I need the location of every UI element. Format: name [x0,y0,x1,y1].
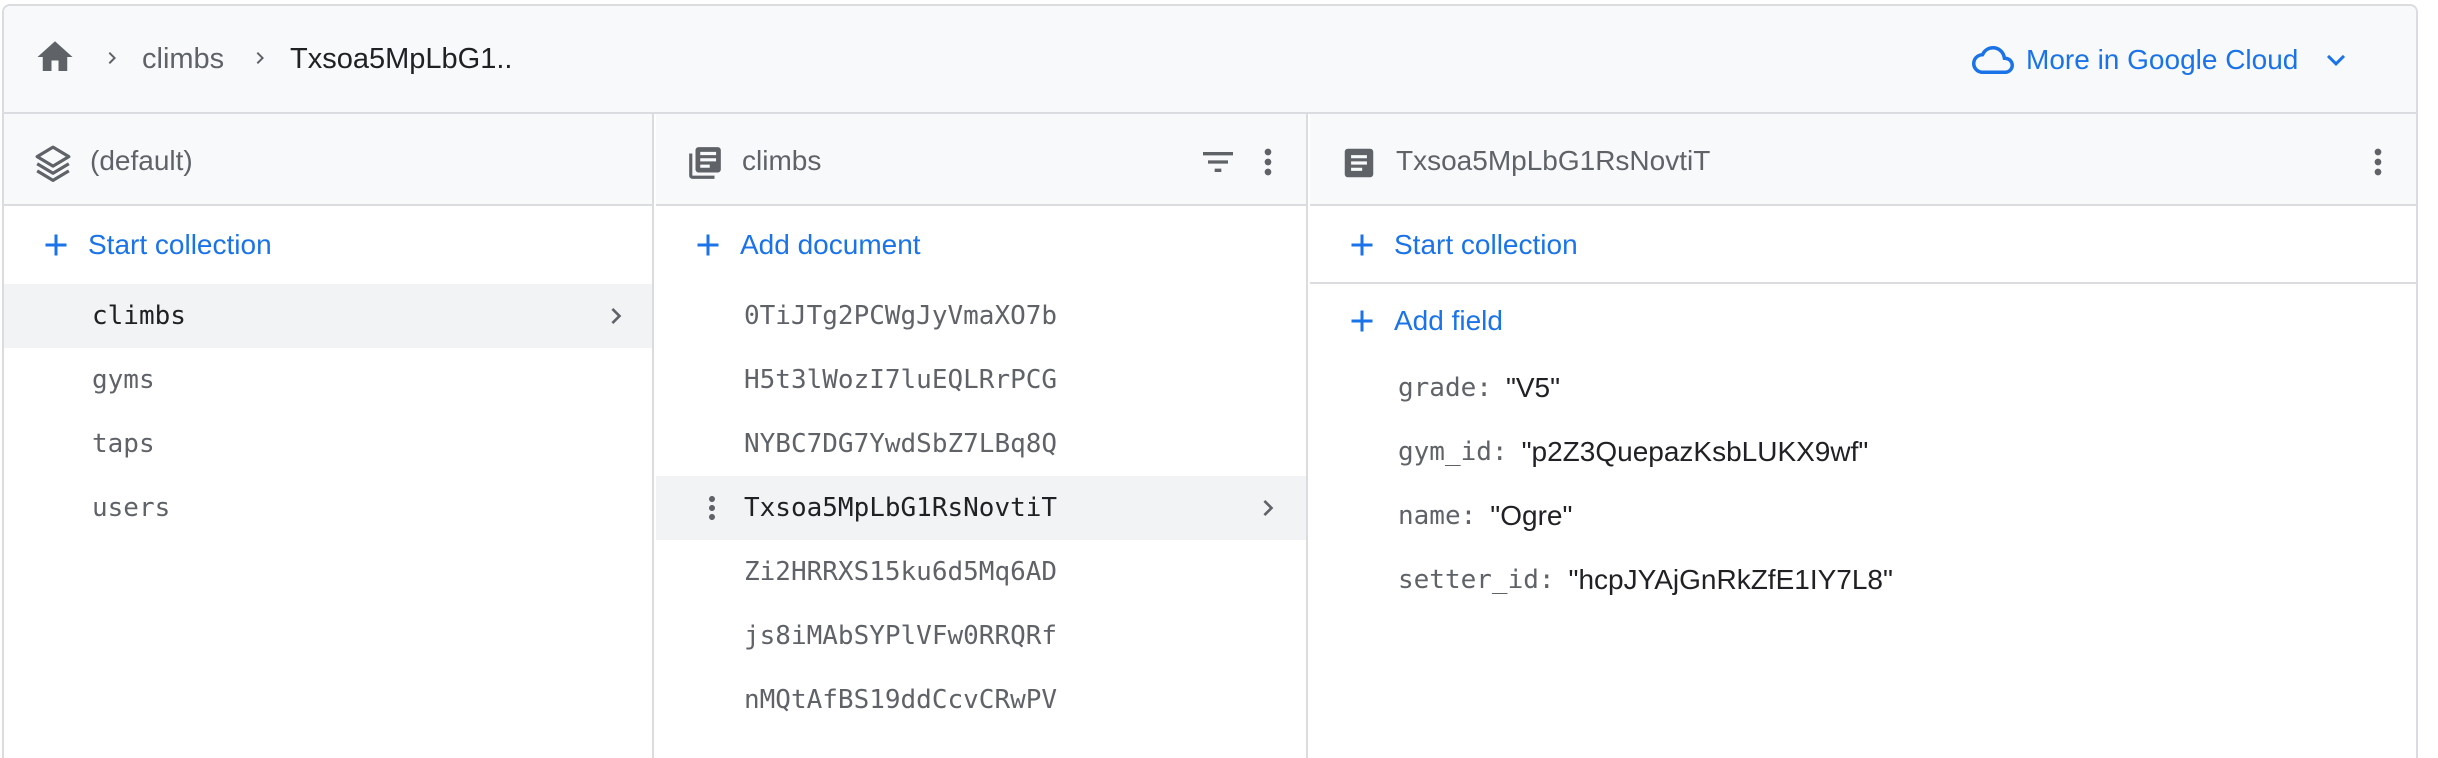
list-item-label: climbs [92,301,186,331]
plus-icon [45,234,67,256]
more-vert-icon[interactable] [1248,142,1288,182]
chevron-right-icon [611,308,622,324]
chevron-right-icon [256,52,264,64]
list-item-label: Txsoa5MpLbG1RsNovtiT [744,493,1058,523]
cloud-icon [1972,46,2014,74]
field-colon: : [1538,565,1555,595]
more-vert-icon[interactable] [2358,142,2398,182]
root-panel-title: (default) [90,145,193,176]
document-item[interactable]: nMQtAfBS19ddCcvCRwPV [656,668,1306,732]
document-item[interactable]: 0TiJTg2PCWgJyVmaXO7b [656,284,1306,348]
document-list: 0TiJTg2PCWgJyVmaXO7b H5t3lWozI7luEQLRrPC… [656,284,1306,732]
home-icon[interactable] [34,36,76,78]
list-item-label: NYBC7DG7YwdSbZ7LBq8Q [744,429,1058,459]
field-colon: : [1491,437,1508,467]
document-item[interactable]: H5t3lWozI7luEQLRrPCG [656,348,1306,412]
start-collection-label: Start collection [1394,229,1578,260]
add-field-button[interactable]: Add field [1310,284,2416,358]
document-panel: Txsoa5MpLbG1RsNovtiT Start collection Ad… [1310,114,2416,758]
document-item-selected[interactable]: Txsoa5MpLbG1RsNovtiT [656,476,1306,540]
field-value: "hcpJYAjGnRkZfE1IY7L8" [1568,564,1893,595]
collection-item-taps[interactable]: taps [4,412,652,476]
field-key: grade [1398,373,1477,403]
plus-icon [1351,310,1373,332]
field-key: name [1398,501,1461,531]
field-value: "Ogre" [1490,500,1573,531]
plus-icon [1351,234,1373,256]
top-bar: climbs Txsoa5MpLbG1.. More in Google Clo… [4,6,2416,114]
firestore-data-viewer: climbs Txsoa5MpLbG1.. More in Google Clo… [2,4,2418,758]
list-item-label: users [92,493,171,523]
collection-item-users[interactable]: users [4,476,652,540]
field-value: "V5" [1505,372,1561,403]
field-row[interactable]: setter_id: "hcpJYAjGnRkZfE1IY7L8" [1310,548,2416,612]
list-item-label: nMQtAfBS19ddCcvCRwPV [744,685,1058,715]
filter-icon[interactable] [1198,142,1238,182]
document-item[interactable]: js8iMAbSYPlVFw0RRQRf [656,604,1306,668]
field-list: grade: "V5" gym_id: "p2Z3QuepazKsbLUKX9w… [1310,356,2416,612]
collection-item-climbs[interactable]: climbs [4,284,652,348]
chevron-right-icon [108,52,116,64]
add-document-button[interactable]: Add document [656,208,1306,282]
add-field-label: Add field [1394,305,1503,336]
document-item[interactable]: NYBC7DG7YwdSbZ7LBq8Q [656,412,1306,476]
document-panel-title: Txsoa5MpLbG1RsNovtiT [1396,145,1711,176]
list-item-label: H5t3lWozI7luEQLRrPCG [744,365,1058,395]
list-item-label: gyms [92,365,155,395]
chevron-down-icon[interactable] [2318,42,2354,78]
list-item-label: Zi2HRRXS15ku6d5Mq6AD [744,557,1058,587]
collection-panel-header: climbs [656,114,1306,206]
list-item-label: taps [92,429,155,459]
field-colon: : [1476,373,1492,403]
collection-panel-title: climbs [742,145,822,176]
field-colon: : [1460,501,1477,531]
document-panel-header: Txsoa5MpLbG1RsNovtiT [1310,114,2416,206]
document-item[interactable]: Zi2HRRXS15ku6d5Mq6AD [656,540,1306,604]
more-vert-icon[interactable] [694,490,730,526]
collection-panel: climbs Add document 0TiJTg2PCWgJyVmaXO7b… [656,114,1308,758]
list-item-label: js8iMAbSYPlVFw0RRQRf [744,621,1058,651]
start-collection-label: Start collection [88,229,272,260]
more-in-google-cloud-label: More in Google Cloud [2026,44,2299,75]
collection-item-gyms[interactable]: gyms [4,348,652,412]
list-item-label: 0TiJTg2PCWgJyVmaXO7b [744,301,1058,331]
root-panel: (default) Start collection climbs gyms t… [4,114,654,758]
field-row[interactable]: grade: "V5" [1310,356,2416,420]
breadcrumb-document[interactable]: Txsoa5MpLbG1.. [290,42,512,76]
field-key: gym_id [1398,437,1492,467]
more-in-google-cloud-button[interactable]: More in Google Cloud [1972,34,2354,86]
field-value: "p2Z3QuepazKsbLUKX9wf" [1521,436,1869,467]
collection-icon [689,147,721,179]
start-subcollection-button[interactable]: Start collection [1310,208,2416,282]
chevron-right-icon [1263,500,1274,516]
field-row[interactable]: name: "Ogre" [1310,484,2416,548]
collection-list: climbs gyms taps users [4,284,652,540]
field-key: setter_id [1398,565,1539,595]
document-icon [1344,148,1374,178]
database-stack-icon [35,145,71,182]
root-panel-header: (default) [4,114,652,206]
start-collection-button[interactable]: Start collection [4,208,652,282]
add-document-label: Add document [740,229,921,260]
field-row[interactable]: gym_id: "p2Z3QuepazKsbLUKX9wf" [1310,420,2416,484]
breadcrumb-collection[interactable]: climbs [142,42,224,76]
plus-icon [697,234,719,256]
